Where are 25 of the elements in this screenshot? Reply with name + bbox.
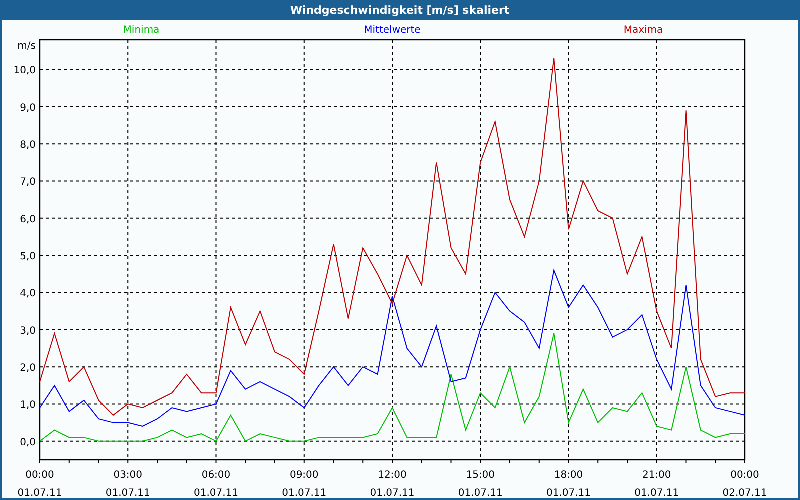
y-tick-label: 2,0 bbox=[20, 363, 36, 374]
y-tick-label: 8,0 bbox=[20, 140, 36, 152]
y-tick-label: 4,0 bbox=[20, 288, 36, 300]
y-axis-label: m/s bbox=[18, 41, 36, 52]
x-tick-label: 06:00 01.07.11 bbox=[194, 470, 239, 498]
y-tick-label: 10,0 bbox=[14, 66, 36, 77]
x-tick-label: 03:00 01.07.11 bbox=[106, 470, 150, 498]
y-tick-label: 7,0 bbox=[20, 177, 36, 188]
x-tick-label: 00:00 01.07.11 bbox=[18, 470, 62, 498]
legend-label: Minima bbox=[123, 25, 160, 36]
y-tick-label: 0,0 bbox=[20, 437, 36, 448]
window-title: Windgeschwindigkeit [m/s] skaliert bbox=[0, 0, 800, 20]
x-tick-label: 00:00 02.07.11 bbox=[722, 470, 768, 498]
legend-label: Maxima bbox=[624, 25, 664, 36]
x-tick-label: 18:00 01.07.11 bbox=[546, 470, 592, 498]
y-tick-label: 6,0 bbox=[20, 214, 36, 226]
x-tick-label: 12:00 01.07.11 bbox=[370, 470, 415, 498]
x-tick-label: 09:00 01.07.11 bbox=[282, 470, 327, 498]
legend-label: Mittelwerte bbox=[364, 25, 421, 36]
y-tick-label: 3,0 bbox=[20, 326, 36, 337]
x-tick-label: 21:00 01.07.11 bbox=[634, 470, 680, 498]
x-tick-label: 15:00 01.07.11 bbox=[458, 470, 503, 498]
y-tick-label: 9,0 bbox=[20, 102, 36, 114]
y-tick-label: 1,0 bbox=[20, 400, 36, 412]
y-tick-label: 5,0 bbox=[20, 252, 36, 263]
